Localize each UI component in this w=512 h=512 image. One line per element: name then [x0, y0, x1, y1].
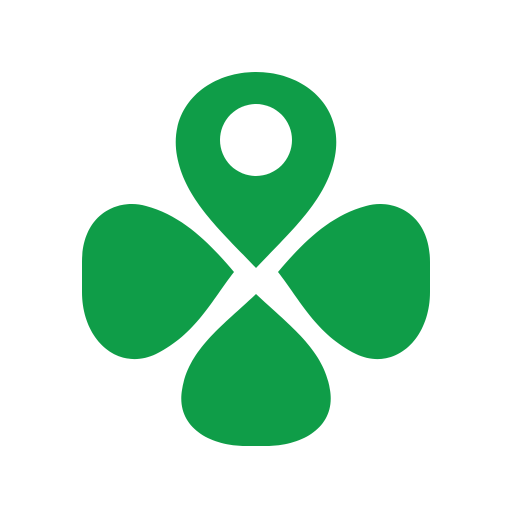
- app-icon: [0, 0, 512, 512]
- pin-hole: [220, 104, 292, 176]
- clover-logo: [0, 0, 512, 512]
